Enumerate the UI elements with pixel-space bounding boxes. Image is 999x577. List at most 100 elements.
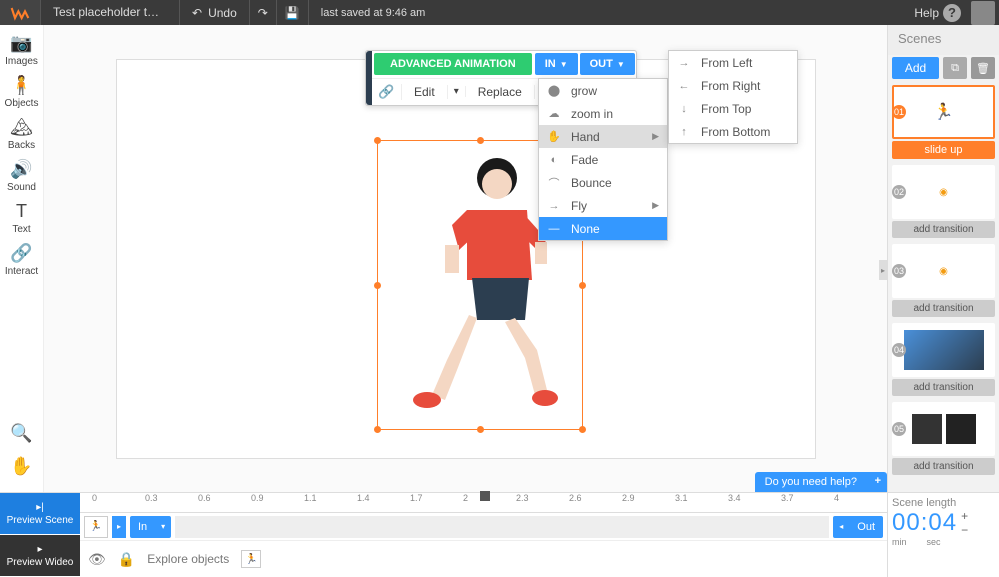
fly-option-from-right[interactable]: ←From Right — [669, 74, 797, 97]
object-chip[interactable]: 🏃 — [241, 550, 261, 568]
timeline-ruler[interactable]: 00.30.60.91.11.41.722.32.62.93.13.43.74 — [80, 493, 887, 513]
project-title[interactable]: Test placeholder t… — [40, 0, 180, 25]
anim-option-bounce[interactable]: ⌒Bounce — [539, 171, 667, 194]
resize-handle[interactable] — [579, 426, 586, 433]
visibility-icon[interactable]: 👁 — [88, 551, 106, 568]
speaker-icon: 🔊 — [10, 159, 32, 180]
anim-option-grow[interactable]: ⬤ grow — [539, 79, 667, 102]
rail-objects[interactable]: 🧍Objects — [2, 75, 42, 109]
anim-option-fly[interactable]: →Fly▶ — [539, 194, 667, 217]
preview-wideo-button[interactable]: ▸Preview Wideo — [0, 535, 80, 577]
resize-handle[interactable] — [477, 137, 484, 144]
timeline-track[interactable]: 🏃 ▸ In Out — [80, 513, 887, 541]
playhead[interactable] — [480, 491, 490, 501]
anim-label: Hand — [571, 130, 600, 144]
replace-button[interactable]: Replace — [466, 85, 535, 99]
logo[interactable] — [0, 0, 40, 25]
save-button[interactable]: 💾 — [277, 0, 309, 25]
resize-handle[interactable] — [374, 282, 381, 289]
need-help-button[interactable]: Do you need help? + — [755, 472, 887, 492]
anim-label: grow — [571, 84, 597, 98]
timeline-area: ▸|Preview Scene ▸Preview Wideo 00.30.60.… — [0, 492, 887, 577]
anim-label: zoom in — [571, 107, 613, 121]
lock-icon[interactable]: 🔒 — [118, 551, 135, 568]
zoom-icon[interactable]: 🔍 — [10, 423, 32, 444]
collapse-panel-button[interactable]: ▸ — [879, 260, 887, 280]
anim-option-zoom-in[interactable]: ☁zoom in — [539, 102, 667, 125]
rail-images[interactable]: 📷Images — [2, 33, 42, 67]
ruler-mark: 2.9 — [622, 493, 675, 512]
help-button[interactable]: Help ? — [904, 4, 971, 22]
scene-card[interactable]: 03◉ — [892, 244, 995, 298]
camera-icon: 📷 — [10, 33, 32, 54]
save-icon: 💾 — [285, 6, 300, 20]
anim-label: None — [571, 222, 600, 236]
add-transition-button[interactable]: add transition — [892, 379, 995, 396]
decrease-length-button[interactable]: − — [961, 523, 968, 537]
anim-icon: — — [547, 223, 561, 235]
explore-objects[interactable]: Explore objects — [147, 552, 229, 566]
caret-down-icon: ▼ — [617, 60, 625, 69]
track-duration[interactable] — [175, 516, 829, 538]
anim-icon: ◐ — [547, 154, 561, 166]
ruler-mark: 2.6 — [569, 493, 622, 512]
scene-card[interactable]: 01🏃 — [892, 85, 995, 139]
user-avatar[interactable] — [971, 1, 995, 25]
rail-interact[interactable]: 🔗Interact — [2, 243, 42, 277]
resize-handle[interactable] — [477, 426, 484, 433]
anim-icon: ⬤ — [547, 84, 561, 97]
add-transition-button[interactable]: add transition — [892, 300, 995, 317]
text-icon: T — [16, 201, 27, 222]
timeline-footer: 👁 🔒 Explore objects 🏃 — [80, 541, 887, 577]
scene-card[interactable]: 05 — [892, 402, 995, 456]
add-transition-button[interactable]: add transition — [892, 221, 995, 238]
link-button[interactable]: 🔗 — [372, 84, 402, 100]
edit-caret[interactable]: ▾ — [448, 86, 466, 97]
scene-length-value: 00:04 — [892, 509, 957, 537]
resize-handle[interactable] — [374, 426, 381, 433]
add-transition-button[interactable]: add transition — [892, 458, 995, 475]
track-out-handle[interactable]: Out — [833, 516, 883, 538]
rail-label: Sound — [7, 182, 36, 193]
plus-icon: + — [875, 475, 881, 487]
preview-wideo-label: Preview Wideo — [7, 557, 74, 568]
pan-icon[interactable]: ✋ — [10, 456, 32, 477]
undo-button[interactable]: ↶ Undo — [180, 0, 250, 25]
scene-card[interactable]: 02◉ — [892, 165, 995, 219]
track-thumbnail[interactable]: 🏃 — [84, 516, 108, 538]
track-in-handle[interactable]: In — [130, 516, 171, 538]
topbar: Test placeholder t… ↶ Undo ↷ 💾 last save… — [0, 0, 999, 25]
person-icon: 🧍 — [10, 75, 32, 96]
help-icon: ? — [943, 4, 961, 22]
scene-number: 02 — [892, 185, 906, 199]
fly-option-from-left[interactable]: →From Left — [669, 51, 797, 74]
fly-option-from-top[interactable]: ↓From Top — [669, 97, 797, 120]
scene-transition-label[interactable]: slide up — [892, 141, 995, 159]
anim-option-none[interactable]: — None — [539, 217, 667, 240]
duplicate-scene-button[interactable]: ⧉ — [943, 57, 967, 79]
scene-card[interactable]: 04 — [892, 323, 995, 377]
redo-button[interactable]: ↷ — [250, 0, 277, 25]
rail-sound[interactable]: 🔊 Sound — [2, 159, 42, 193]
submenu-arrow-icon: ▶ — [652, 200, 659, 211]
preview-scene-button[interactable]: ▸|Preview Scene — [0, 493, 80, 535]
resize-handle[interactable] — [374, 137, 381, 144]
ruler-mark: 3.4 — [728, 493, 781, 512]
add-scene-button[interactable]: Add — [892, 57, 939, 79]
anim-option-hand[interactable]: ✋Hand▶ — [539, 125, 667, 148]
anim-option-fade[interactable]: ◐ Fade — [539, 148, 667, 171]
anim-label: Fade — [571, 153, 598, 167]
edit-button[interactable]: Edit — [402, 85, 448, 99]
scene-number: 04 — [892, 343, 906, 357]
rail-text[interactable]: TText — [2, 201, 42, 235]
fly-option-from-bottom[interactable]: ↑From Bottom — [669, 120, 797, 143]
delete-scene-button[interactable]: 🗑 — [971, 57, 995, 79]
in-animation-button[interactable]: IN▼ — [535, 53, 578, 75]
rail-backs[interactable]: 🏔Backs — [2, 117, 42, 151]
increase-length-button[interactable]: + — [961, 509, 968, 523]
anim-label: Bounce — [571, 176, 612, 190]
out-animation-button[interactable]: OUT▼ — [580, 53, 635, 75]
track-play-button[interactable]: ▸ — [112, 516, 126, 538]
advanced-animation-button[interactable]: ADVANCED ANIMATION — [374, 53, 532, 75]
fly-label: From Right — [701, 79, 760, 93]
